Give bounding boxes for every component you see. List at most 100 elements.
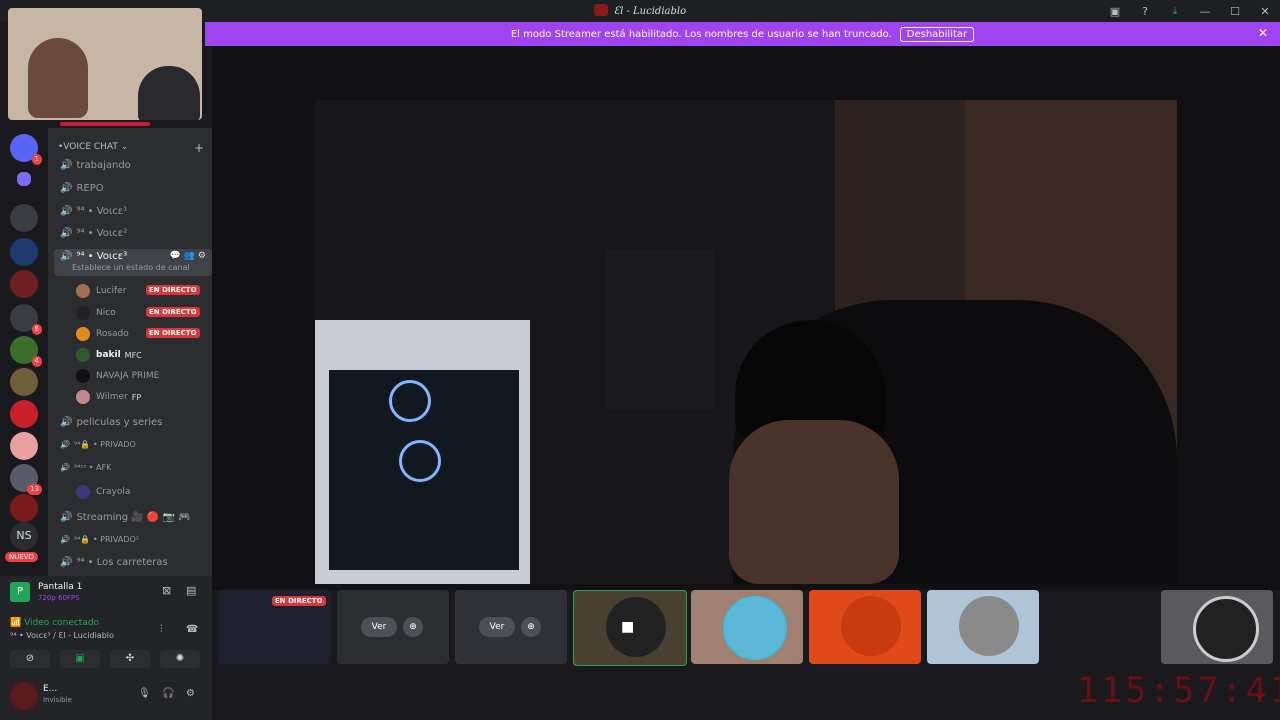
stream-tile[interactable]: EN DIRECTO — [218, 590, 330, 664]
stop-stream-icon[interactable]: ⊠ — [162, 584, 171, 597]
user-tile[interactable] — [691, 590, 803, 664]
stream-quality: 720p 60FPS — [38, 594, 80, 602]
voice-status: 📶 Video conectado — [10, 618, 100, 628]
server-rail: 1 6 4 13 — [0, 128, 48, 580]
channel-item[interactable]: 🔊 peliculas y series — [60, 417, 162, 428]
download-icon[interactable]: ⤓ — [1160, 4, 1190, 18]
channel-item[interactable]: 🔊 ⁹⁴ᶻᶻ • AFK — [60, 463, 111, 472]
watch-button[interactable]: Ver — [479, 617, 515, 637]
camera-icon: ■ — [621, 619, 635, 635]
voice-member[interactable]: Rosado — [76, 327, 129, 341]
soundboard-button[interactable]: ✺ — [160, 650, 200, 668]
server-badge: 4 — [31, 356, 42, 367]
channel-item[interactable]: 🔊 trabajando — [60, 160, 131, 171]
speaker-icon: 🔊 — [60, 535, 70, 544]
noise-icon[interactable]: ⫶ — [160, 624, 163, 635]
speaker-icon: 🔊 — [60, 512, 73, 523]
server-icon[interactable] — [10, 432, 38, 460]
channel-item[interactable]: 🔊 ⁹⁴ • Los carreteras — [60, 557, 168, 568]
voice-member[interactable]: bakil MFC — [76, 348, 142, 362]
server-badge: 6 — [31, 324, 42, 335]
watch-popout-icon[interactable]: ⊕ — [403, 617, 423, 637]
server-icon[interactable] — [10, 270, 38, 298]
voice-path[interactable]: ⁹⁴ • Voιcε³ / Ɛl - Lucidiablo — [10, 631, 114, 640]
category-header[interactable]: •VOICE CHAT ⌄ + — [58, 141, 204, 155]
channel-item[interactable]: 🔊 ⁹⁴ • Voιcε² — [60, 228, 127, 239]
settings-icon[interactable]: ⚙ — [186, 688, 195, 699]
channel-actions[interactable]: 💬 👥 ⚙ — [170, 251, 206, 261]
speaker-icon: 🔊 — [60, 440, 70, 449]
server-icon[interactable] — [10, 494, 38, 522]
user-tile[interactable]: ■ — [573, 590, 687, 666]
streamer-mode-banner: El modo Streamer está habilitado. Los no… — [205, 22, 1280, 46]
server-icon[interactable]: 13 — [10, 464, 42, 495]
camera-off-button[interactable]: ⊘ — [10, 650, 50, 668]
channel-item-selected[interactable]: 🔊 ⁹⁴ • Voιcε³ Establece un estado de canal… — [54, 249, 212, 276]
server-icon[interactable]: 6 — [10, 304, 42, 335]
speaker-icon: 🔊 — [60, 417, 73, 428]
channel-item[interactable]: 🔊 ⁹⁴🔒 • PRIVADO² — [60, 535, 139, 544]
stream-title: Pantalla 1 — [38, 582, 83, 592]
stream-tile[interactable]: Ver ⊕ — [337, 590, 449, 664]
facecam-preview — [8, 8, 202, 120]
server-icon[interactable] — [10, 238, 38, 266]
server-ns[interactable]: NS — [10, 522, 38, 550]
watch-popout-icon[interactable]: ⊕ — [521, 617, 541, 637]
help-icon[interactable]: ? — [1130, 5, 1160, 18]
user-panel: P Pantalla 1 720p 60FPS ⊠ ▤ 📶 Video cone… — [0, 576, 212, 720]
speaker-icon: 🔊 — [60, 228, 73, 239]
add-channel-icon[interactable]: + — [194, 141, 204, 155]
stream-settings-icon[interactable]: ▤ — [186, 584, 196, 597]
server-logo-icon — [593, 4, 608, 16]
speaker-icon: 🔊 — [60, 557, 73, 568]
close-icon[interactable]: ✕ — [1250, 5, 1280, 18]
voice-member[interactable]: Wilmer FP — [76, 390, 141, 404]
channel-list: •VOICE CHAT ⌄ + 🔊 trabajando 🔊 REPO 🔊 ⁹⁴ • V… — [48, 128, 212, 580]
facecam-bar — [60, 122, 150, 126]
user-status: Invisible — [43, 696, 72, 704]
server-folder[interactable]: 1 — [10, 134, 42, 165]
voice-member[interactable]: NAVAJA PRIME — [76, 369, 159, 383]
new-badge: NUEVO — [5, 552, 38, 562]
headphones-icon[interactable]: 🎧 — [162, 688, 174, 699]
stream-tile[interactable]: Ver ⊕ — [455, 590, 567, 664]
close-banner-icon[interactable]: ✕ — [1258, 26, 1268, 40]
live-badge: EN DIRECTO — [146, 307, 200, 317]
disconnect-icon[interactable]: ☎ — [186, 624, 198, 635]
live-badge: EN DIRECTO — [146, 285, 200, 295]
avatar[interactable] — [10, 682, 38, 710]
server-icon[interactable]: 4 — [10, 336, 42, 367]
voice-member[interactable]: Nico — [76, 306, 116, 320]
screen-share-icon[interactable]: ▣ — [1100, 5, 1130, 18]
stream-video[interactable] — [315, 100, 1177, 584]
channel-status[interactable]: Establece un estado de canal — [72, 263, 190, 272]
share-screen-button[interactable]: ▣ — [60, 650, 100, 668]
voice-member[interactable]: Lucifer — [76, 284, 126, 298]
voice-member[interactable]: Crayola — [76, 485, 130, 499]
watch-button[interactable]: Ver — [361, 617, 397, 637]
speaker-icon: 🔊 — [60, 160, 73, 171]
channel-item[interactable]: 🔊 Streaming 🎥 🔴 📷 🎮 — [60, 512, 191, 523]
user-tile[interactable] — [809, 590, 921, 664]
disable-button[interactable]: Deshabilitar — [899, 26, 975, 42]
server-badge: 13 — [27, 484, 42, 495]
user-tile[interactable] — [927, 590, 1039, 664]
maximize-icon[interactable]: ☐ — [1220, 5, 1250, 18]
server-icon[interactable] — [10, 400, 38, 428]
window-title-text: Ɛl - Lucidiablo — [613, 6, 687, 17]
activities-button[interactable]: ✣ — [110, 650, 150, 668]
mic-icon[interactable]: 🎙 — [138, 688, 151, 699]
screen-share-icon: P — [10, 582, 30, 602]
speaker-icon: 🔊 — [60, 463, 70, 472]
minimize-icon[interactable]: — — [1190, 5, 1220, 18]
channel-item[interactable]: 🔊 REPO — [60, 183, 104, 194]
channel-item[interactable]: 🔊 ⁹⁴🔒 • PRIVADO — [60, 440, 136, 449]
server-icon[interactable] — [10, 368, 38, 396]
server-icon[interactable] — [10, 204, 38, 232]
channel-item[interactable]: 🔊 ⁹⁴ • Voιcε¹ — [60, 206, 127, 217]
speaker-icon: 🔊 — [60, 183, 73, 194]
user-tile[interactable] — [1161, 590, 1273, 664]
folder-icon[interactable] — [17, 172, 31, 186]
user-name: E... — [43, 684, 58, 694]
stream-stage — [212, 46, 1280, 590]
